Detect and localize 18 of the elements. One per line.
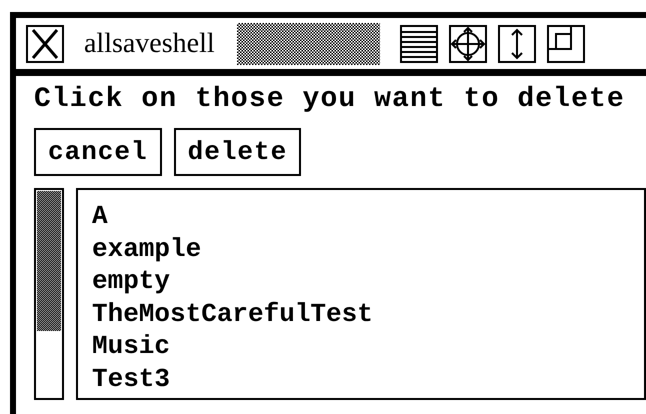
instruction-text: Click on those you want to delete — [34, 84, 626, 117]
list-item[interactable]: empty — [92, 265, 630, 298]
resize-vertical-icon[interactable] — [498, 24, 536, 62]
list-item[interactable]: A — [92, 200, 630, 232]
scrollbar[interactable] — [34, 188, 64, 400]
list-item[interactable]: Music — [92, 330, 630, 362]
delete-button[interactable]: delete — [174, 128, 302, 176]
close-icon[interactable] — [26, 24, 64, 62]
move-icon[interactable] — [448, 24, 487, 62]
menu-icon[interactable] — [400, 24, 438, 62]
list-item[interactable]: example — [92, 232, 630, 265]
cancel-button[interactable]: cancel — [34, 128, 162, 176]
list-item[interactable]: Test3 — [92, 362, 630, 395]
window-title: allsaveshell — [84, 28, 215, 60]
title-drag-area[interactable] — [236, 22, 380, 64]
maximize-icon[interactable] — [546, 24, 585, 62]
list-item[interactable]: TheMostCarefulTest — [92, 298, 630, 330]
scrollbar-thumb[interactable] — [37, 191, 61, 331]
